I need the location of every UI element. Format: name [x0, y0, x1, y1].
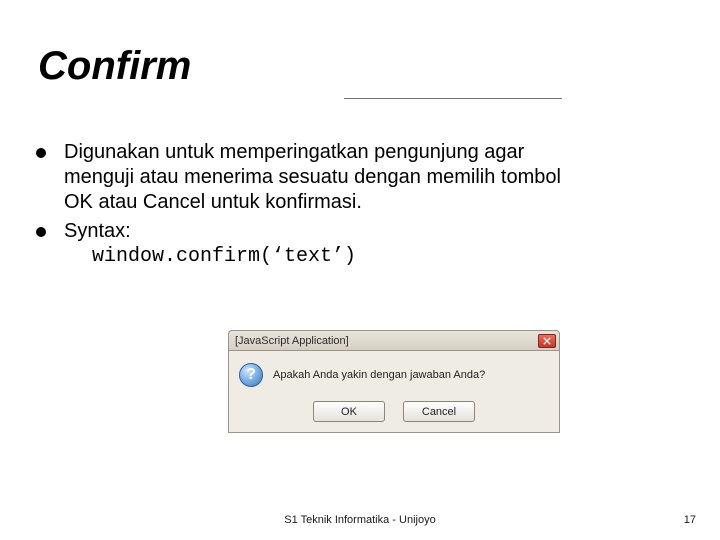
page-number: 17 — [684, 514, 696, 526]
dialog-button-row: OK Cancel — [239, 401, 549, 422]
question-mark: ? — [246, 367, 256, 383]
cancel-button[interactable]: Cancel — [403, 401, 475, 422]
slide-title: Confirm — [38, 44, 191, 89]
list-item: Digunakan untuk memperingatkan pengunjun… — [36, 140, 576, 215]
bullet-text: Syntax: — [64, 219, 356, 244]
code-sample: window.confirm(‘text’) — [92, 244, 356, 269]
question-icon: ? — [239, 363, 263, 387]
slide-footer: S1 Teknik Informatika - Unijoyo — [0, 514, 720, 526]
close-icon — [543, 337, 551, 345]
dialog-message-row: ? Apakah Anda yakin dengan jawaban Anda? — [239, 363, 549, 387]
dialog-message: Apakah Anda yakin dengan jawaban Anda? — [273, 369, 485, 381]
content-area: Digunakan untuk memperingatkan pengunjun… — [36, 140, 576, 273]
dialog-titlebar: [JavaScript Application] — [228, 330, 560, 350]
list-item: Syntax: window.confirm(‘text’) — [36, 219, 576, 269]
bullet-icon — [36, 148, 46, 158]
bullet-text: Digunakan untuk memperingatkan pengunjun… — [64, 140, 576, 215]
dialog-body: ? Apakah Anda yakin dengan jawaban Anda?… — [228, 350, 560, 433]
title-rule — [344, 98, 562, 99]
confirm-dialog: [JavaScript Application] ? Apakah Anda y… — [228, 330, 560, 433]
slide: Confirm Digunakan untuk memperingatkan p… — [0, 0, 720, 540]
ok-button[interactable]: OK — [313, 401, 385, 422]
close-button[interactable] — [538, 334, 556, 348]
dialog-title: [JavaScript Application] — [229, 335, 538, 347]
bullet-icon — [36, 227, 46, 237]
